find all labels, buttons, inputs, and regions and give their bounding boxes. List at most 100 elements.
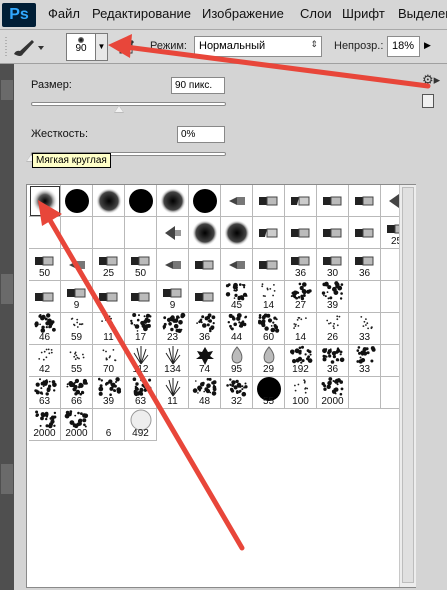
brush-preset-cell[interactable]: 55 bbox=[253, 377, 285, 409]
brush-preset-cell[interactable]: 2000 bbox=[317, 377, 349, 409]
brush-preset-cell[interactable] bbox=[349, 217, 381, 249]
brush-preset-cell[interactable]: 36 bbox=[285, 249, 317, 281]
brush-preset-cell[interactable]: 60 bbox=[253, 313, 285, 345]
brush-preset-cell[interactable] bbox=[125, 185, 157, 217]
menu-edit[interactable]: Редактирование bbox=[92, 6, 191, 21]
brush-preset-cell[interactable]: 63 bbox=[125, 377, 157, 409]
brush-preset-cell[interactable]: 42 bbox=[29, 345, 61, 377]
brush-preset-cell[interactable]: 95 bbox=[221, 345, 253, 377]
brush-tool-icon[interactable] bbox=[4, 34, 48, 60]
brush-preset-cell[interactable]: 48 bbox=[189, 377, 221, 409]
brush-preset-cell[interactable]: 63 bbox=[29, 377, 61, 409]
brush-preset-cell[interactable] bbox=[221, 217, 253, 249]
brush-preset-cell[interactable]: 33 bbox=[349, 345, 381, 377]
brush-preset-cell[interactable]: 2000 bbox=[61, 409, 93, 441]
brush-preset-cell[interactable] bbox=[349, 377, 381, 409]
brush-preset-cell[interactable] bbox=[317, 185, 349, 217]
brush-preset-cell[interactable]: 36 bbox=[349, 249, 381, 281]
brush-preset-cell[interactable] bbox=[285, 217, 317, 249]
brush-preset-cell[interactable]: 39 bbox=[317, 281, 349, 313]
brush-preset-cell[interactable]: 11 bbox=[157, 377, 189, 409]
brush-preset-cell[interactable] bbox=[157, 185, 189, 217]
brush-preset-cell[interactable]: 30 bbox=[317, 249, 349, 281]
brush-preset-cell[interactable]: 29 bbox=[253, 345, 285, 377]
brush-preset-cell[interactable]: 32 bbox=[221, 377, 253, 409]
chevron-down-icon[interactable]: ▼ bbox=[96, 33, 108, 61]
brush-preset-picker[interactable]: 90 bbox=[66, 33, 96, 61]
brush-preset-cell[interactable] bbox=[189, 249, 221, 281]
brush-preset-cell[interactable]: 2000 bbox=[29, 409, 61, 441]
brush-preset-cell[interactable]: 50 bbox=[29, 249, 61, 281]
brush-preset-cell[interactable] bbox=[253, 217, 285, 249]
brush-preset-cell[interactable] bbox=[157, 217, 189, 249]
tool-edge-cell[interactable] bbox=[1, 80, 13, 100]
brush-preset-cell[interactable]: 27 bbox=[285, 281, 317, 313]
brush-preset-cell[interactable] bbox=[285, 185, 317, 217]
brush-preset-cell[interactable] bbox=[61, 249, 93, 281]
brush-preset-cell[interactable] bbox=[125, 281, 157, 313]
brush-preset-cell[interactable]: 26 bbox=[317, 313, 349, 345]
chevron-right-icon[interactable]: ▶ bbox=[424, 40, 431, 51]
brush-preset-cell[interactable] bbox=[29, 281, 61, 313]
brush-preset-cell[interactable] bbox=[61, 217, 93, 249]
brush-preset-cell[interactable]: 44 bbox=[221, 313, 253, 345]
size-slider-thumb[interactable] bbox=[114, 105, 124, 113]
brush-preset-cell[interactable]: 36 bbox=[317, 345, 349, 377]
size-input[interactable]: 90 пикс. bbox=[171, 77, 225, 94]
size-slider[interactable] bbox=[31, 102, 226, 106]
brush-preset-cell-selected[interactable] bbox=[29, 185, 61, 217]
menu-file[interactable]: Файл bbox=[48, 6, 80, 21]
new-preset-icon[interactable] bbox=[422, 94, 434, 108]
brush-preset-cell[interactable] bbox=[93, 185, 125, 217]
brush-preset-cell[interactable]: 74 bbox=[189, 345, 221, 377]
menu-image[interactable]: Изображение bbox=[202, 6, 284, 21]
brush-preset-cell[interactable]: 14 bbox=[253, 281, 285, 313]
brush-preset-cell[interactable] bbox=[157, 249, 189, 281]
brush-preset-cell[interactable]: 55 bbox=[61, 345, 93, 377]
brush-preset-cell[interactable]: 46 bbox=[29, 313, 61, 345]
grid-scrollbar[interactable] bbox=[399, 185, 416, 587]
brush-preset-cell[interactable]: 23 bbox=[157, 313, 189, 345]
brush-preset-cell[interactable]: 33 bbox=[349, 313, 381, 345]
brush-preset-cell[interactable]: 100 bbox=[285, 377, 317, 409]
brush-preset-cell[interactable] bbox=[29, 217, 61, 249]
menu-type[interactable]: Шрифт bbox=[342, 6, 385, 21]
brush-preset-cell[interactable]: 45 bbox=[221, 281, 253, 313]
brush-preset-cell[interactable] bbox=[189, 217, 221, 249]
brush-preset-cell[interactable]: 11 bbox=[93, 313, 125, 345]
brush-preset-cell[interactable]: 70 bbox=[93, 345, 125, 377]
brush-preset-cell[interactable]: 66 bbox=[61, 377, 93, 409]
brush-preset-cell[interactable] bbox=[61, 185, 93, 217]
brush-preset-cell[interactable]: 50 bbox=[125, 249, 157, 281]
tool-edge-cell[interactable] bbox=[1, 274, 13, 304]
menu-layers[interactable]: Слои bbox=[300, 6, 332, 21]
brush-preset-cell[interactable] bbox=[349, 281, 381, 313]
brush-preset-cell[interactable] bbox=[189, 281, 221, 313]
brush-preset-cell[interactable]: 6 bbox=[93, 409, 125, 441]
brush-preset-cell[interactable]: 39 bbox=[93, 377, 125, 409]
scrollbar-thumb[interactable] bbox=[402, 187, 414, 583]
brush-preset-cell[interactable]: 9 bbox=[61, 281, 93, 313]
brush-preset-cell[interactable]: 36 bbox=[189, 313, 221, 345]
brush-preset-cell[interactable] bbox=[253, 249, 285, 281]
brush-preset-cell[interactable]: 14 bbox=[285, 313, 317, 345]
brush-preset-cell[interactable]: 25 bbox=[93, 249, 125, 281]
brush-preset-cell[interactable]: 134 bbox=[157, 345, 189, 377]
toggle-brush-panel-button[interactable] bbox=[118, 38, 136, 56]
brush-preset-cell[interactable] bbox=[221, 249, 253, 281]
brush-preset-cell[interactable] bbox=[93, 281, 125, 313]
gear-icon[interactable]: ⚙▸ bbox=[422, 72, 440, 88]
brush-preset-cell[interactable] bbox=[221, 185, 253, 217]
brush-preset-cell[interactable] bbox=[93, 217, 125, 249]
brush-preset-cell[interactable] bbox=[189, 185, 221, 217]
brush-preset-cell[interactable]: 112 bbox=[125, 345, 157, 377]
hardness-input[interactable]: 0% bbox=[177, 126, 225, 143]
brush-preset-cell[interactable]: 9 bbox=[157, 281, 189, 313]
brush-preset-cell[interactable]: 492 bbox=[125, 409, 157, 441]
brush-preset-cell[interactable]: 17 bbox=[125, 313, 157, 345]
tool-edge-cell[interactable] bbox=[1, 464, 13, 494]
brush-preset-cell[interactable] bbox=[253, 185, 285, 217]
blend-mode-select[interactable]: Нормальный ⇕ bbox=[194, 36, 322, 57]
menu-select[interactable]: Выделен bbox=[398, 6, 447, 21]
brush-preset-cell[interactable] bbox=[349, 185, 381, 217]
